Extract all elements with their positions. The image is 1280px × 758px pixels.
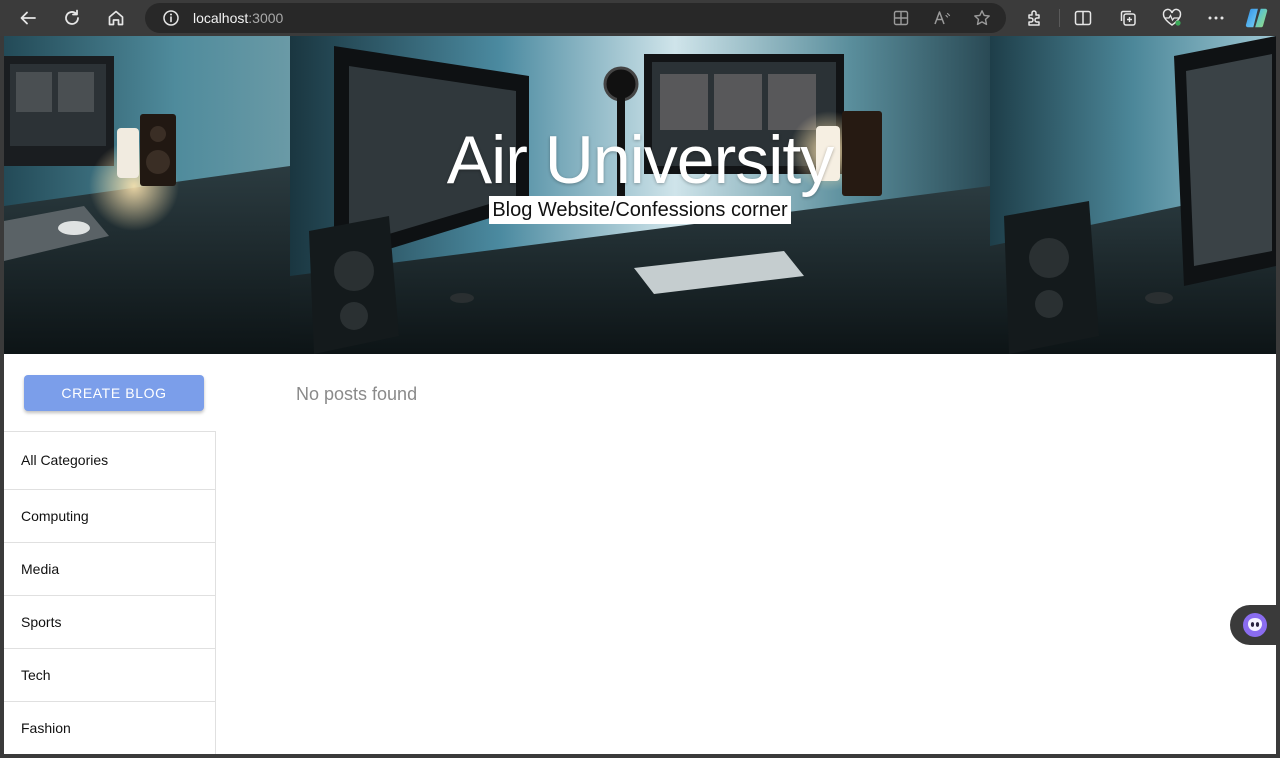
app-grid-icon[interactable] (889, 6, 913, 30)
address-host: localhost (193, 10, 249, 26)
address-url[interactable]: localhost:3000 (193, 10, 283, 26)
address-port: :3000 (248, 10, 284, 26)
info-icon[interactable] (159, 6, 183, 30)
copilot-sidebar-toggle[interactable] (1230, 605, 1276, 645)
hero-title: Air University (446, 122, 835, 198)
category-item-fashion[interactable]: Fashion (4, 702, 215, 754)
reload-icon[interactable] (60, 6, 84, 30)
create-blog-button[interactable]: CREATE BLOG (24, 375, 204, 411)
hero-banner: Air University Blog Website/Confessions … (4, 36, 1276, 354)
category-item-computing[interactable]: Computing (4, 490, 215, 543)
split-screen-icon[interactable] (1071, 6, 1095, 30)
category-item-all[interactable]: All Categories (4, 432, 215, 490)
category-sidebar: All Categories Computing Media Sports Te… (4, 431, 216, 754)
home-icon[interactable] (104, 6, 128, 30)
back-arrow-icon[interactable] (16, 6, 40, 30)
copilot-face-icon (1243, 613, 1267, 637)
page-viewport: Air University Blog Website/Confessions … (4, 36, 1276, 754)
category-item-media[interactable]: Media (4, 543, 215, 596)
favorite-star-icon[interactable] (970, 6, 994, 30)
toolbar-separator (1059, 9, 1060, 27)
empty-state-message: No posts found (296, 384, 418, 404)
hero-subtitle: Blog Website/Confessions corner (489, 196, 791, 224)
browser-toolbar: localhost:3000 (0, 0, 1280, 36)
category-item-sports[interactable]: Sports (4, 596, 215, 649)
extensions-icon[interactable] (1023, 6, 1047, 30)
address-bar[interactable]: localhost:3000 (145, 3, 1006, 33)
category-item-tech[interactable]: Tech (4, 649, 215, 702)
more-menu-icon[interactable] (1204, 6, 1228, 30)
collections-icon[interactable] (1116, 6, 1140, 30)
browser-essentials-icon[interactable] (1160, 6, 1184, 30)
read-aloud-icon[interactable] (930, 6, 954, 30)
copilot-icon[interactable] (1245, 6, 1269, 30)
